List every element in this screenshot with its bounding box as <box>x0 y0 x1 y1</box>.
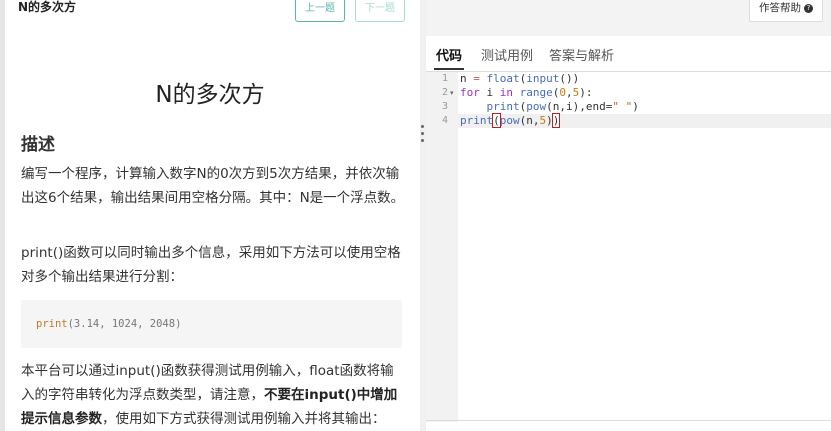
code-sample-block: print(3.14, 1024, 2048) <box>21 300 402 348</box>
line-number: 1 <box>441 73 448 84</box>
description-paragraph: 编写一个程序，计算输入数字N的0次方到5次方结果，并依次输出这6个结果，输出结果… <box>21 166 405 206</box>
panel-edge <box>0 0 5 431</box>
fold-arrow-icon[interactable]: ▾ <box>450 89 454 97</box>
splitter-grip-icon[interactable] <box>419 125 425 155</box>
input-usage-paragraph: 本平台可以通过input()函数获得测试用例输入，float函数将输入的字符串转… <box>21 359 406 431</box>
answer-tabs: 代码 测试用例 答案与解析 <box>426 36 831 72</box>
tab-test-cases[interactable]: 测试用例 <box>481 45 533 64</box>
active-tab-indicator <box>434 68 464 70</box>
editor-bottom-border <box>426 420 831 421</box>
answer-toolbar: 作答帮助? <box>426 0 831 36</box>
print-usage-paragraph: print()函数可以同时输出多个信息，采用如下方法可以使用空格对多个输出结果进… <box>21 245 401 285</box>
line-number: 4 <box>441 115 448 126</box>
input-usage-text-b: ，使用如下方式获得测试用例输入并将其输出： <box>102 411 386 427</box>
answer-panel: 作答帮助? 代码 测试用例 答案与解析 1 2 ▾ 3 4 n = float(… <box>426 0 831 431</box>
description-heading: 描述 <box>21 135 55 155</box>
next-question-button[interactable]: 下一题 <box>355 0 405 22</box>
prev-question-button[interactable]: 上一题 <box>295 0 345 22</box>
code-line[interactable]: print(pow(n,5)) <box>460 113 561 128</box>
code-line[interactable]: n = float(input()) <box>460 72 579 85</box>
help-label: 作答帮助 <box>759 2 801 14</box>
problem-panel: N的多次方 上一题 下一题 N的多次方 描述 编写一个程序，计算输入数字N的0次… <box>0 0 420 431</box>
code-line[interactable]: for i in range(0,5): <box>460 86 593 99</box>
problem-title: N的多次方 <box>155 82 265 108</box>
line-number: 3 <box>441 101 448 112</box>
question-icon: ? <box>804 3 813 13</box>
code-sample-fn: print <box>36 318 68 330</box>
line-number: 2 <box>441 87 448 98</box>
code-sample-args: (3.14, 1024, 2048) <box>67 318 182 330</box>
tab-answer-analysis[interactable]: 答案与解析 <box>549 45 614 64</box>
header-title: N的多次方 <box>18 0 77 14</box>
code-line[interactable]: print(pow(n,i),end=" ") <box>460 100 639 113</box>
code-sample-line: print(3.14, 1024, 2048) <box>36 318 181 330</box>
help-button[interactable]: 作答帮助? <box>749 0 823 22</box>
tab-code[interactable]: 代码 <box>436 45 462 64</box>
code-editor[interactable]: 1 2 ▾ 3 4 n = float(input()) for i in ra… <box>426 72 831 422</box>
